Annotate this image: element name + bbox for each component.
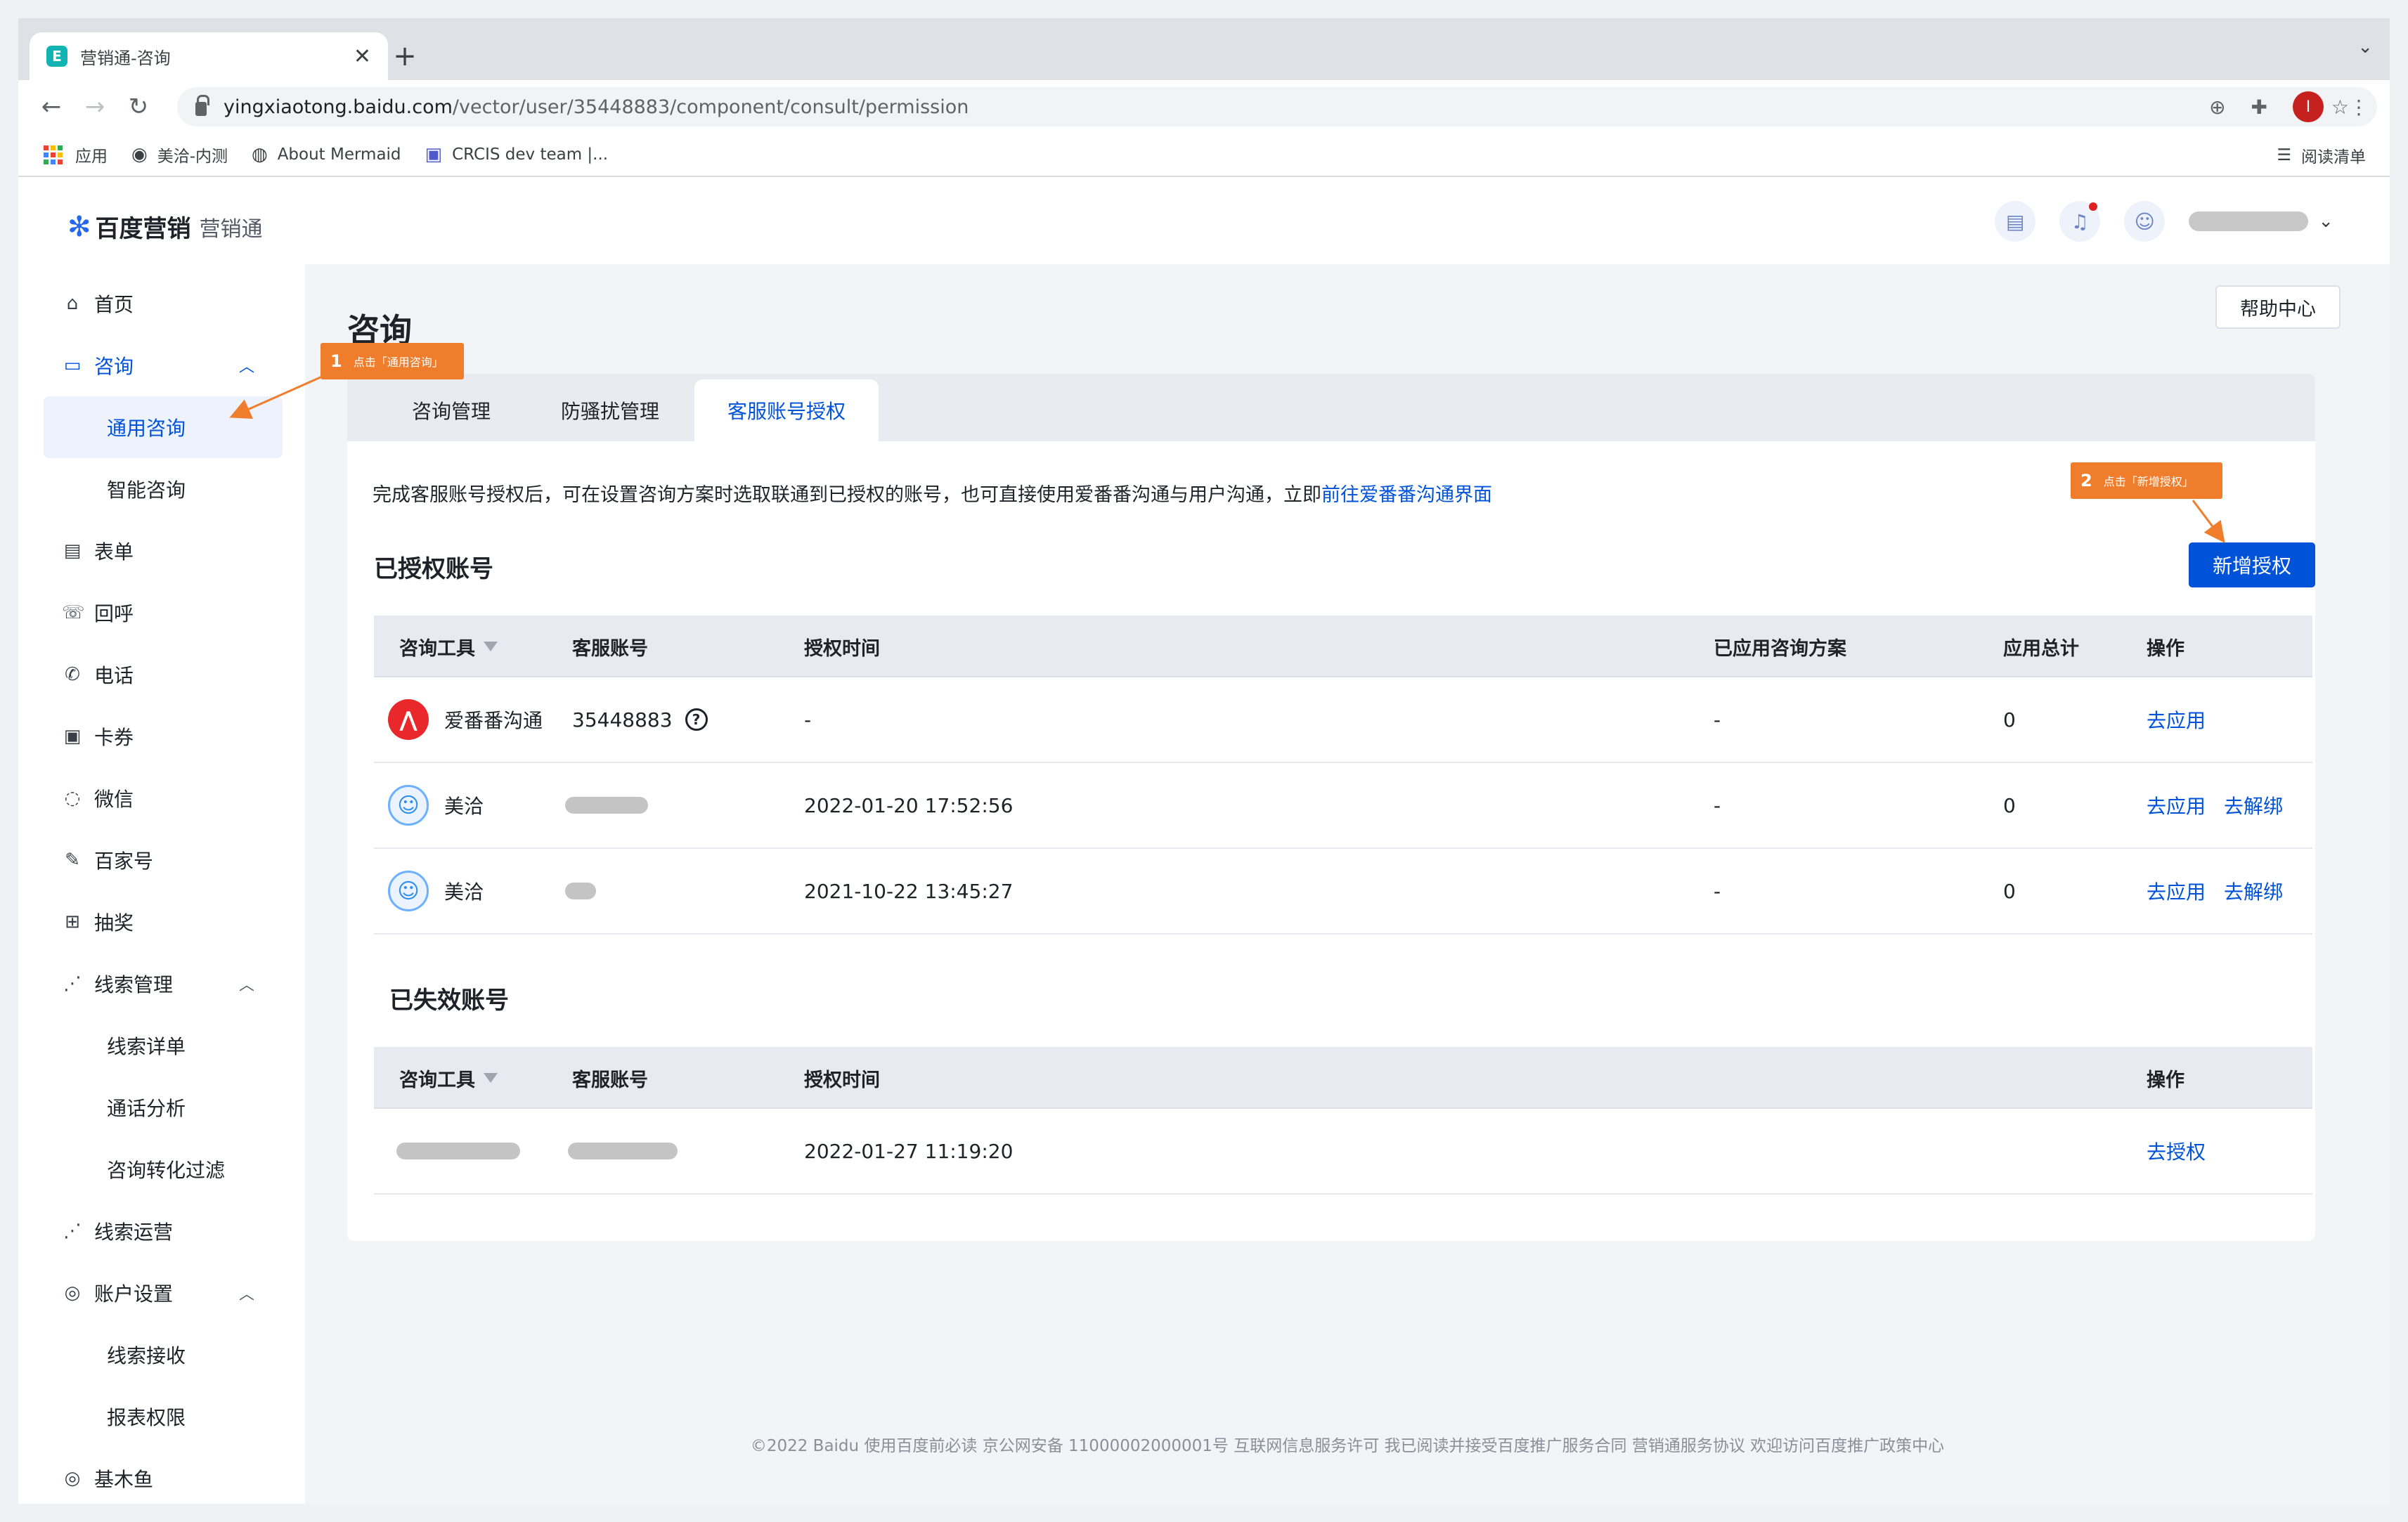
annotation-arrows [229, 375, 2225, 543]
arrow-to-add-button [2192, 500, 2225, 543]
arrow-to-general-consult [229, 375, 323, 419]
browser-window: E 营销通-咨询 ✕ + ⌄ ← → ↻ yingxiaotong.baidu.… [18, 18, 2390, 1504]
